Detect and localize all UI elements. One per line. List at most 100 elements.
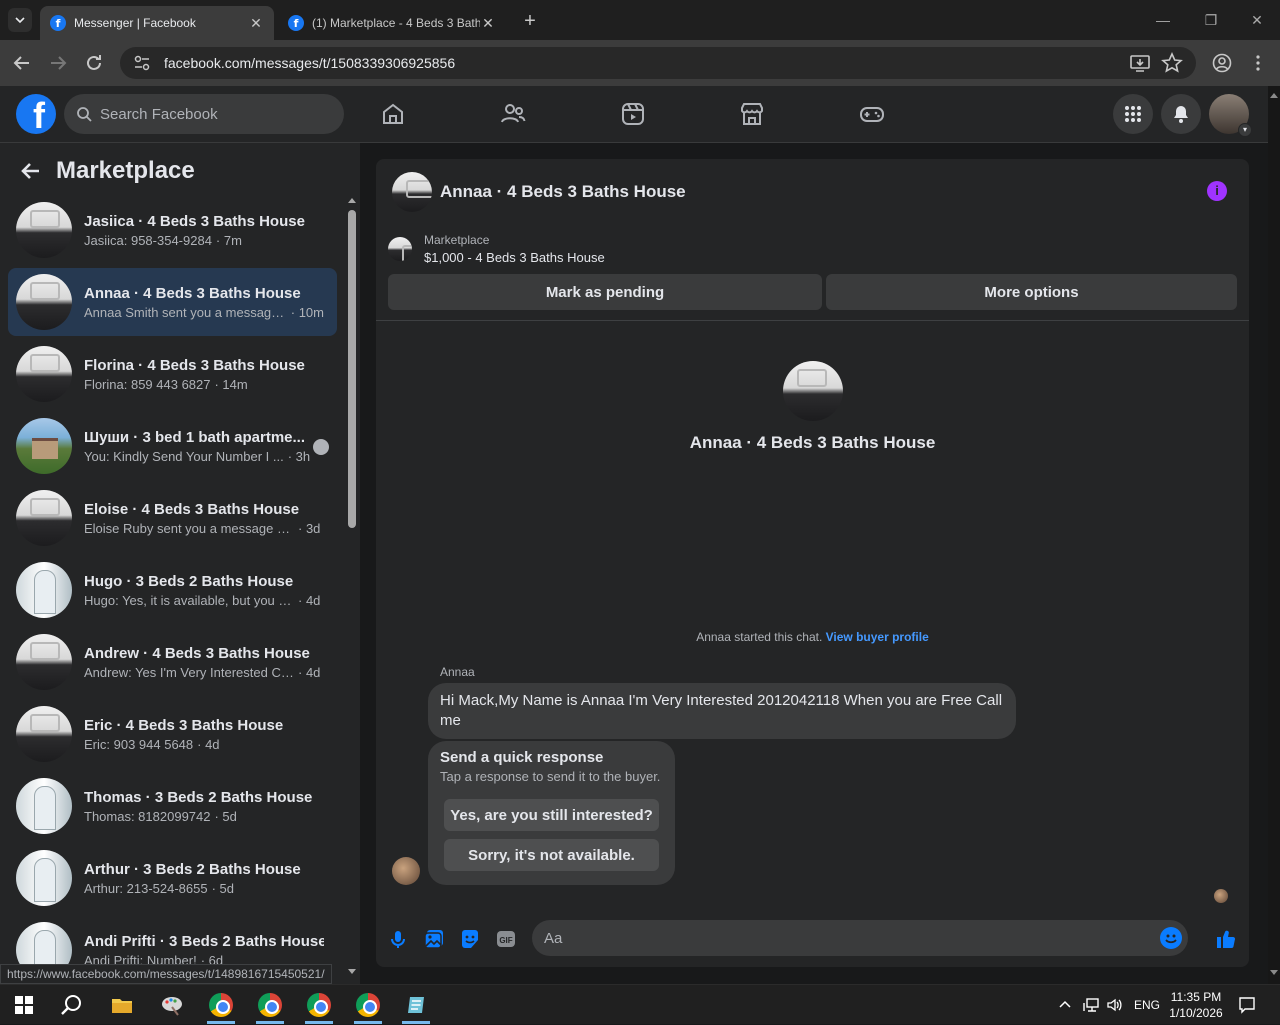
- video-icon[interactable]: [619, 100, 647, 128]
- install-app-icon[interactable]: [1129, 52, 1151, 74]
- conversation-item[interactable]: Arthur · 3 Beds 2 Baths House Arthur: 213…: [8, 844, 337, 912]
- url-field[interactable]: facebook.com/messages/t/1508339306925856: [120, 47, 1196, 79]
- chrome-window-1[interactable]: [201, 989, 241, 1024]
- back-button[interactable]: [10, 51, 34, 75]
- gif-icon[interactable]: GIF: [494, 927, 518, 951]
- conversation-thumbnail: [16, 490, 72, 546]
- conversation-item[interactable]: Eric · 4 Beds 3 Baths House Eric: 903 944…: [8, 700, 337, 768]
- chrome-window-3[interactable]: [299, 989, 339, 1024]
- conversation-item[interactable]: Annaa · 4 Beds 3 Baths House Annaa Smith …: [8, 268, 337, 336]
- restore-button[interactable]: ❐: [1196, 8, 1226, 32]
- conversation-item[interactable]: Thomas · 3 Beds 2 Baths House Thomas: 818…: [8, 772, 337, 840]
- seen-avatar-icon: [313, 439, 329, 455]
- menu-grid-button[interactable]: [1113, 94, 1153, 134]
- search-box[interactable]: [64, 94, 344, 134]
- close-tab-icon[interactable]: ✕: [480, 15, 496, 31]
- chat-title[interactable]: Annaa · 4 Beds 3 Baths House: [440, 182, 686, 202]
- chat-intro: Annaa · 4 Beds 3 Baths House: [376, 361, 1249, 453]
- tab-search-button[interactable]: [8, 8, 32, 32]
- search-icon: [61, 995, 81, 1015]
- url-text: facebook.com/messages/t/1508339306925856: [164, 55, 456, 71]
- conversation-name: Jasiica · 4 Beds 3 Baths House: [84, 212, 305, 230]
- gaming-icon[interactable]: [858, 100, 886, 128]
- conversation-item[interactable]: Eloise · 4 Beds 3 Baths House Eloise Ruby…: [8, 484, 337, 552]
- view-buyer-profile-link[interactable]: View buyer profile: [826, 630, 929, 644]
- scroll-down-icon: [1270, 970, 1278, 975]
- conversation-item[interactable]: Шуши · 3 bed 1 bath apartme... You: Kindl…: [8, 412, 337, 480]
- conversation-thumbnail: [16, 346, 72, 402]
- clock[interactable]: 11:35 PM 1/10/2026: [1160, 989, 1232, 1021]
- chrome-icon: [356, 993, 380, 1017]
- close-window-button[interactable]: ✕: [1242, 8, 1272, 32]
- conversation-item[interactable]: Hugo · 3 Beds 2 Baths House Hugo: Yes, it…: [8, 556, 337, 624]
- conversation-item[interactable]: Florina · 4 Beds 3 Baths House Florina: 8…: [8, 340, 337, 408]
- scrollbar-thumb[interactable]: [348, 210, 356, 528]
- info-icon[interactable]: i: [1207, 181, 1227, 201]
- facebook-top-nav: f ▾: [0, 86, 1268, 143]
- bookmark-star-icon[interactable]: [1161, 52, 1183, 74]
- tab-messenger[interactable]: f Messenger | Facebook ✕: [40, 6, 274, 40]
- marketplace-icon[interactable]: [738, 100, 766, 128]
- file-explorer-button[interactable]: [102, 989, 142, 1021]
- conversation-preview: Florina: 859 443 6827: [84, 376, 211, 392]
- home-icon[interactable]: [379, 100, 407, 128]
- photo-icon[interactable]: [422, 927, 446, 951]
- emoji-icon[interactable]: [1160, 927, 1182, 949]
- chat-started-notice: Annaa started this chat. View buyer prof…: [376, 630, 1249, 644]
- minimize-button[interactable]: —: [1148, 8, 1178, 32]
- sidebar-title: Marketplace: [56, 157, 195, 184]
- quick-reply-not-available-button[interactable]: Sorry, it's not available.: [444, 839, 659, 871]
- conversation-time: · 14m: [214, 376, 248, 392]
- network-icon[interactable]: [1083, 985, 1101, 1025]
- divider: [376, 320, 1249, 321]
- notepad-window[interactable]: [396, 989, 436, 1024]
- page-scrollbar[interactable]: [1268, 86, 1280, 984]
- back-arrow-icon[interactable]: [18, 158, 44, 184]
- more-options-button[interactable]: More options: [826, 274, 1237, 310]
- link-status-url: https://www.facebook.com/messages/t/1489…: [0, 964, 332, 984]
- conversation-preview: Eloise Ruby sent you a message ab...: [84, 520, 294, 536]
- thumbs-up-icon[interactable]: [1214, 927, 1238, 951]
- conversation-thumbnail: [16, 634, 72, 690]
- conversation-item[interactable]: Jasiica · 4 Beds 3 Baths House Jasiica: 9…: [8, 196, 337, 264]
- friends-icon[interactable]: [499, 100, 527, 128]
- conversation-thumbnail: [16, 418, 72, 474]
- microphone-icon[interactable]: [386, 927, 410, 951]
- browser-menu-icon[interactable]: [1247, 52, 1269, 74]
- input-language[interactable]: ENG: [1134, 985, 1160, 1025]
- conversation-preview: Arthur: 213-524-8655: [84, 880, 208, 896]
- sender-avatar[interactable]: [392, 857, 420, 885]
- message-input[interactable]: [544, 929, 1144, 947]
- listing-card[interactable]: Marketplace $1,000 - 4 Beds 3 Baths Hous…: [388, 233, 605, 265]
- action-center-icon[interactable]: [1238, 985, 1256, 1025]
- listing-avatar[interactable]: [392, 172, 432, 212]
- message-bubble[interactable]: Hi Mack,My Name is Annaa I'm Very Intere…: [428, 683, 1016, 739]
- search-button[interactable]: [52, 989, 92, 1021]
- chrome-window-4[interactable]: [348, 989, 388, 1024]
- search-input[interactable]: [100, 105, 320, 123]
- forward-button[interactable]: [46, 51, 70, 75]
- intro-avatar[interactable]: [782, 361, 843, 421]
- conversation-preview: You: Kindly Send Your Number I ...: [84, 448, 284, 464]
- close-tab-icon[interactable]: ✕: [248, 15, 264, 31]
- profile-icon[interactable]: [1211, 52, 1233, 74]
- notifications-button[interactable]: [1161, 94, 1201, 134]
- tray-chevron-icon[interactable]: [1058, 985, 1072, 1025]
- paint-app-button[interactable]: [152, 989, 192, 1021]
- sticker-icon[interactable]: [458, 927, 482, 951]
- quick-reply-interested-button[interactable]: Yes, are you still interested?: [444, 799, 659, 831]
- start-button[interactable]: [4, 989, 44, 1021]
- sidebar-scrollbar[interactable]: [347, 196, 357, 976]
- account-avatar[interactable]: ▾: [1209, 94, 1252, 137]
- facebook-logo-icon[interactable]: f: [16, 94, 56, 134]
- reload-button[interactable]: [82, 51, 106, 75]
- new-tab-button[interactable]: +: [518, 10, 542, 34]
- volume-icon[interactable]: [1106, 985, 1124, 1025]
- search-icon: [77, 107, 92, 122]
- chrome-window-2[interactable]: [250, 989, 290, 1024]
- message-input-box[interactable]: [532, 920, 1188, 956]
- tab-marketplace[interactable]: f (1) Marketplace - 4 Beds 3 Baths ✕: [278, 6, 506, 40]
- mark-pending-button[interactable]: Mark as pending: [388, 274, 822, 310]
- conversation-preview: Jasiica: 958-354-9284: [84, 232, 212, 248]
- conversation-item[interactable]: Andrew · 4 Beds 3 Baths House Andrew: Yes…: [8, 628, 337, 696]
